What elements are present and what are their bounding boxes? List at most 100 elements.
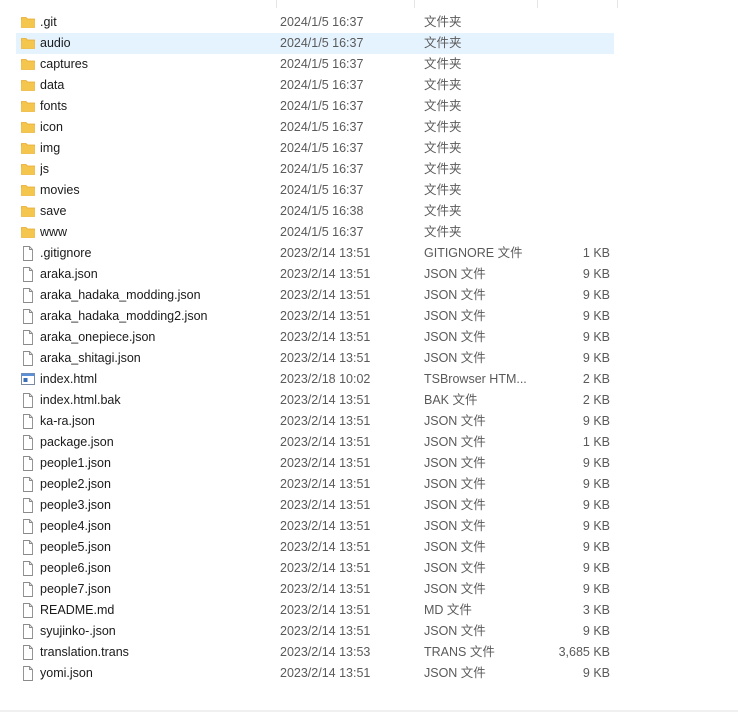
file-date: 2024/1/5 16:37 bbox=[280, 78, 364, 92]
file-row[interactable]: araka_hadaka_modding2.json 2023/2/14 13:… bbox=[0, 306, 738, 327]
file-type: 文件夹 bbox=[424, 162, 462, 176]
file-row[interactable]: index.html 2023/2/18 10:02 TSBrowser HTM… bbox=[0, 369, 738, 390]
file-date: 2023/2/14 13:51 bbox=[280, 603, 371, 617]
file-name: save bbox=[40, 204, 67, 218]
file-icon bbox=[21, 663, 35, 684]
file-type: MD 文件 bbox=[424, 603, 472, 617]
column-divider[interactable] bbox=[617, 0, 618, 8]
file-date: 2023/2/14 13:51 bbox=[280, 393, 371, 407]
folder-icon bbox=[21, 54, 35, 75]
file-type: JSON 文件 bbox=[424, 309, 486, 323]
file-name: araka_hadaka_modding.json bbox=[40, 288, 201, 302]
file-size: 9 KB bbox=[582, 477, 610, 491]
file-type: 文件夹 bbox=[424, 225, 462, 239]
file-type: 文件夹 bbox=[424, 57, 462, 71]
file-size: 9 KB bbox=[582, 288, 610, 302]
file-type: 文件夹 bbox=[424, 141, 462, 155]
file-row[interactable]: data 2024/1/5 16:37 文件夹 bbox=[0, 75, 738, 96]
file-size bbox=[540, 75, 610, 96]
file-row[interactable]: araka_hadaka_modding.json 2023/2/14 13:5… bbox=[0, 285, 738, 306]
file-date: 2024/1/5 16:37 bbox=[280, 225, 364, 239]
file-name: araka_onepiece.json bbox=[40, 330, 156, 344]
file-name: people5.json bbox=[40, 540, 111, 554]
file-size: 9 KB bbox=[582, 561, 610, 575]
file-size: 9 KB bbox=[582, 582, 610, 596]
file-row[interactable]: araka.json 2023/2/14 13:51 JSON 文件 9 KB bbox=[0, 264, 738, 285]
file-type: JSON 文件 bbox=[424, 666, 486, 680]
file-date: 2024/1/5 16:37 bbox=[280, 183, 364, 197]
file-name: people3.json bbox=[40, 498, 111, 512]
column-divider[interactable] bbox=[537, 0, 538, 8]
file-row[interactable]: people4.json 2023/2/14 13:51 JSON 文件 9 K… bbox=[0, 516, 738, 537]
file-name: index.html bbox=[40, 372, 97, 386]
file-row[interactable]: translation.trans 2023/2/14 13:53 TRANS … bbox=[0, 642, 738, 663]
folder-icon bbox=[21, 33, 35, 54]
file-name: img bbox=[40, 141, 61, 155]
file-row[interactable]: README.md 2023/2/14 13:51 MD 文件 3 KB bbox=[0, 600, 738, 621]
file-size: 3 KB bbox=[582, 603, 610, 617]
file-row[interactable]: people6.json 2023/2/14 13:51 JSON 文件 9 K… bbox=[0, 558, 738, 579]
file-date: 2024/1/5 16:38 bbox=[280, 204, 364, 218]
file-row[interactable]: audio 2024/1/5 16:37 文件夹 bbox=[0, 33, 738, 54]
file-row[interactable]: movies 2024/1/5 16:37 文件夹 bbox=[0, 180, 738, 201]
file-date: 2023/2/14 13:51 bbox=[280, 267, 371, 281]
file-row[interactable]: www 2024/1/5 16:37 文件夹 bbox=[0, 222, 738, 243]
file-type: 文件夹 bbox=[424, 78, 462, 92]
file-type: JSON 文件 bbox=[424, 540, 486, 554]
file-row[interactable]: syujinko-.json 2023/2/14 13:51 JSON 文件 9… bbox=[0, 621, 738, 642]
file-name: people7.json bbox=[40, 582, 111, 596]
file-date: 2023/2/14 13:51 bbox=[280, 330, 371, 344]
file-date: 2023/2/14 13:51 bbox=[280, 456, 371, 470]
file-row[interactable]: ka-ra.json 2023/2/14 13:51 JSON 文件 9 KB bbox=[0, 411, 738, 432]
folder-icon bbox=[21, 12, 35, 33]
file-size bbox=[540, 96, 610, 117]
file-size bbox=[540, 117, 610, 138]
file-name: syujinko-.json bbox=[40, 624, 116, 638]
file-size bbox=[540, 201, 610, 222]
file-size bbox=[540, 12, 610, 33]
file-name: araka_shitagi.json bbox=[40, 351, 141, 365]
column-divider[interactable] bbox=[276, 0, 277, 8]
file-row[interactable]: fonts 2024/1/5 16:37 文件夹 bbox=[0, 96, 738, 117]
file-row[interactable]: package.json 2023/2/14 13:51 JSON 文件 1 K… bbox=[0, 432, 738, 453]
file-type: 文件夹 bbox=[424, 15, 462, 29]
file-row[interactable]: icon 2024/1/5 16:37 文件夹 bbox=[0, 117, 738, 138]
file-name: people6.json bbox=[40, 561, 111, 575]
file-size: 9 KB bbox=[582, 309, 610, 323]
file-row[interactable]: img 2024/1/5 16:37 文件夹 bbox=[0, 138, 738, 159]
file-size: 9 KB bbox=[582, 498, 610, 512]
file-size: 9 KB bbox=[582, 330, 610, 344]
file-row[interactable]: .git 2024/1/5 16:37 文件夹 bbox=[0, 12, 738, 33]
file-row[interactable]: save 2024/1/5 16:38 文件夹 bbox=[0, 201, 738, 222]
column-divider[interactable] bbox=[414, 0, 415, 8]
folder-icon bbox=[21, 138, 35, 159]
file-row[interactable]: people2.json 2023/2/14 13:51 JSON 文件 9 K… bbox=[0, 474, 738, 495]
file-row[interactable]: people5.json 2023/2/14 13:51 JSON 文件 9 K… bbox=[0, 537, 738, 558]
file-row[interactable]: .gitignore 2023/2/14 13:51 GITIGNORE 文件 … bbox=[0, 243, 738, 264]
file-size: 9 KB bbox=[582, 456, 610, 470]
file-icon bbox=[21, 264, 35, 285]
file-row[interactable]: people1.json 2023/2/14 13:51 JSON 文件 9 K… bbox=[0, 453, 738, 474]
file-row[interactable]: captures 2024/1/5 16:37 文件夹 bbox=[0, 54, 738, 75]
file-date: 2023/2/14 13:51 bbox=[280, 666, 371, 680]
file-row[interactable]: index.html.bak 2023/2/14 13:51 BAK 文件 2 … bbox=[0, 390, 738, 411]
file-type: 文件夹 bbox=[424, 120, 462, 134]
file-row[interactable]: people7.json 2023/2/14 13:51 JSON 文件 9 K… bbox=[0, 579, 738, 600]
file-type: JSON 文件 bbox=[424, 351, 486, 365]
file-name: people4.json bbox=[40, 519, 111, 533]
file-icon bbox=[21, 516, 35, 537]
file-size bbox=[540, 33, 610, 54]
file-row[interactable]: araka_onepiece.json 2023/2/14 13:51 JSON… bbox=[0, 327, 738, 348]
file-row[interactable]: people3.json 2023/2/14 13:51 JSON 文件 9 K… bbox=[0, 495, 738, 516]
file-type: 文件夹 bbox=[424, 183, 462, 197]
folder-icon bbox=[21, 159, 35, 180]
file-row[interactable]: yomi.json 2023/2/14 13:51 JSON 文件 9 KB bbox=[0, 663, 738, 684]
file-date: 2023/2/14 13:53 bbox=[280, 645, 371, 659]
file-row[interactable]: js 2024/1/5 16:37 文件夹 bbox=[0, 159, 738, 180]
file-name: people1.json bbox=[40, 456, 111, 470]
file-size: 9 KB bbox=[582, 414, 610, 428]
file-date: 2023/2/14 13:51 bbox=[280, 435, 371, 449]
file-row[interactable]: araka_shitagi.json 2023/2/14 13:51 JSON … bbox=[0, 348, 738, 369]
file-size bbox=[540, 138, 610, 159]
folder-icon bbox=[21, 96, 35, 117]
